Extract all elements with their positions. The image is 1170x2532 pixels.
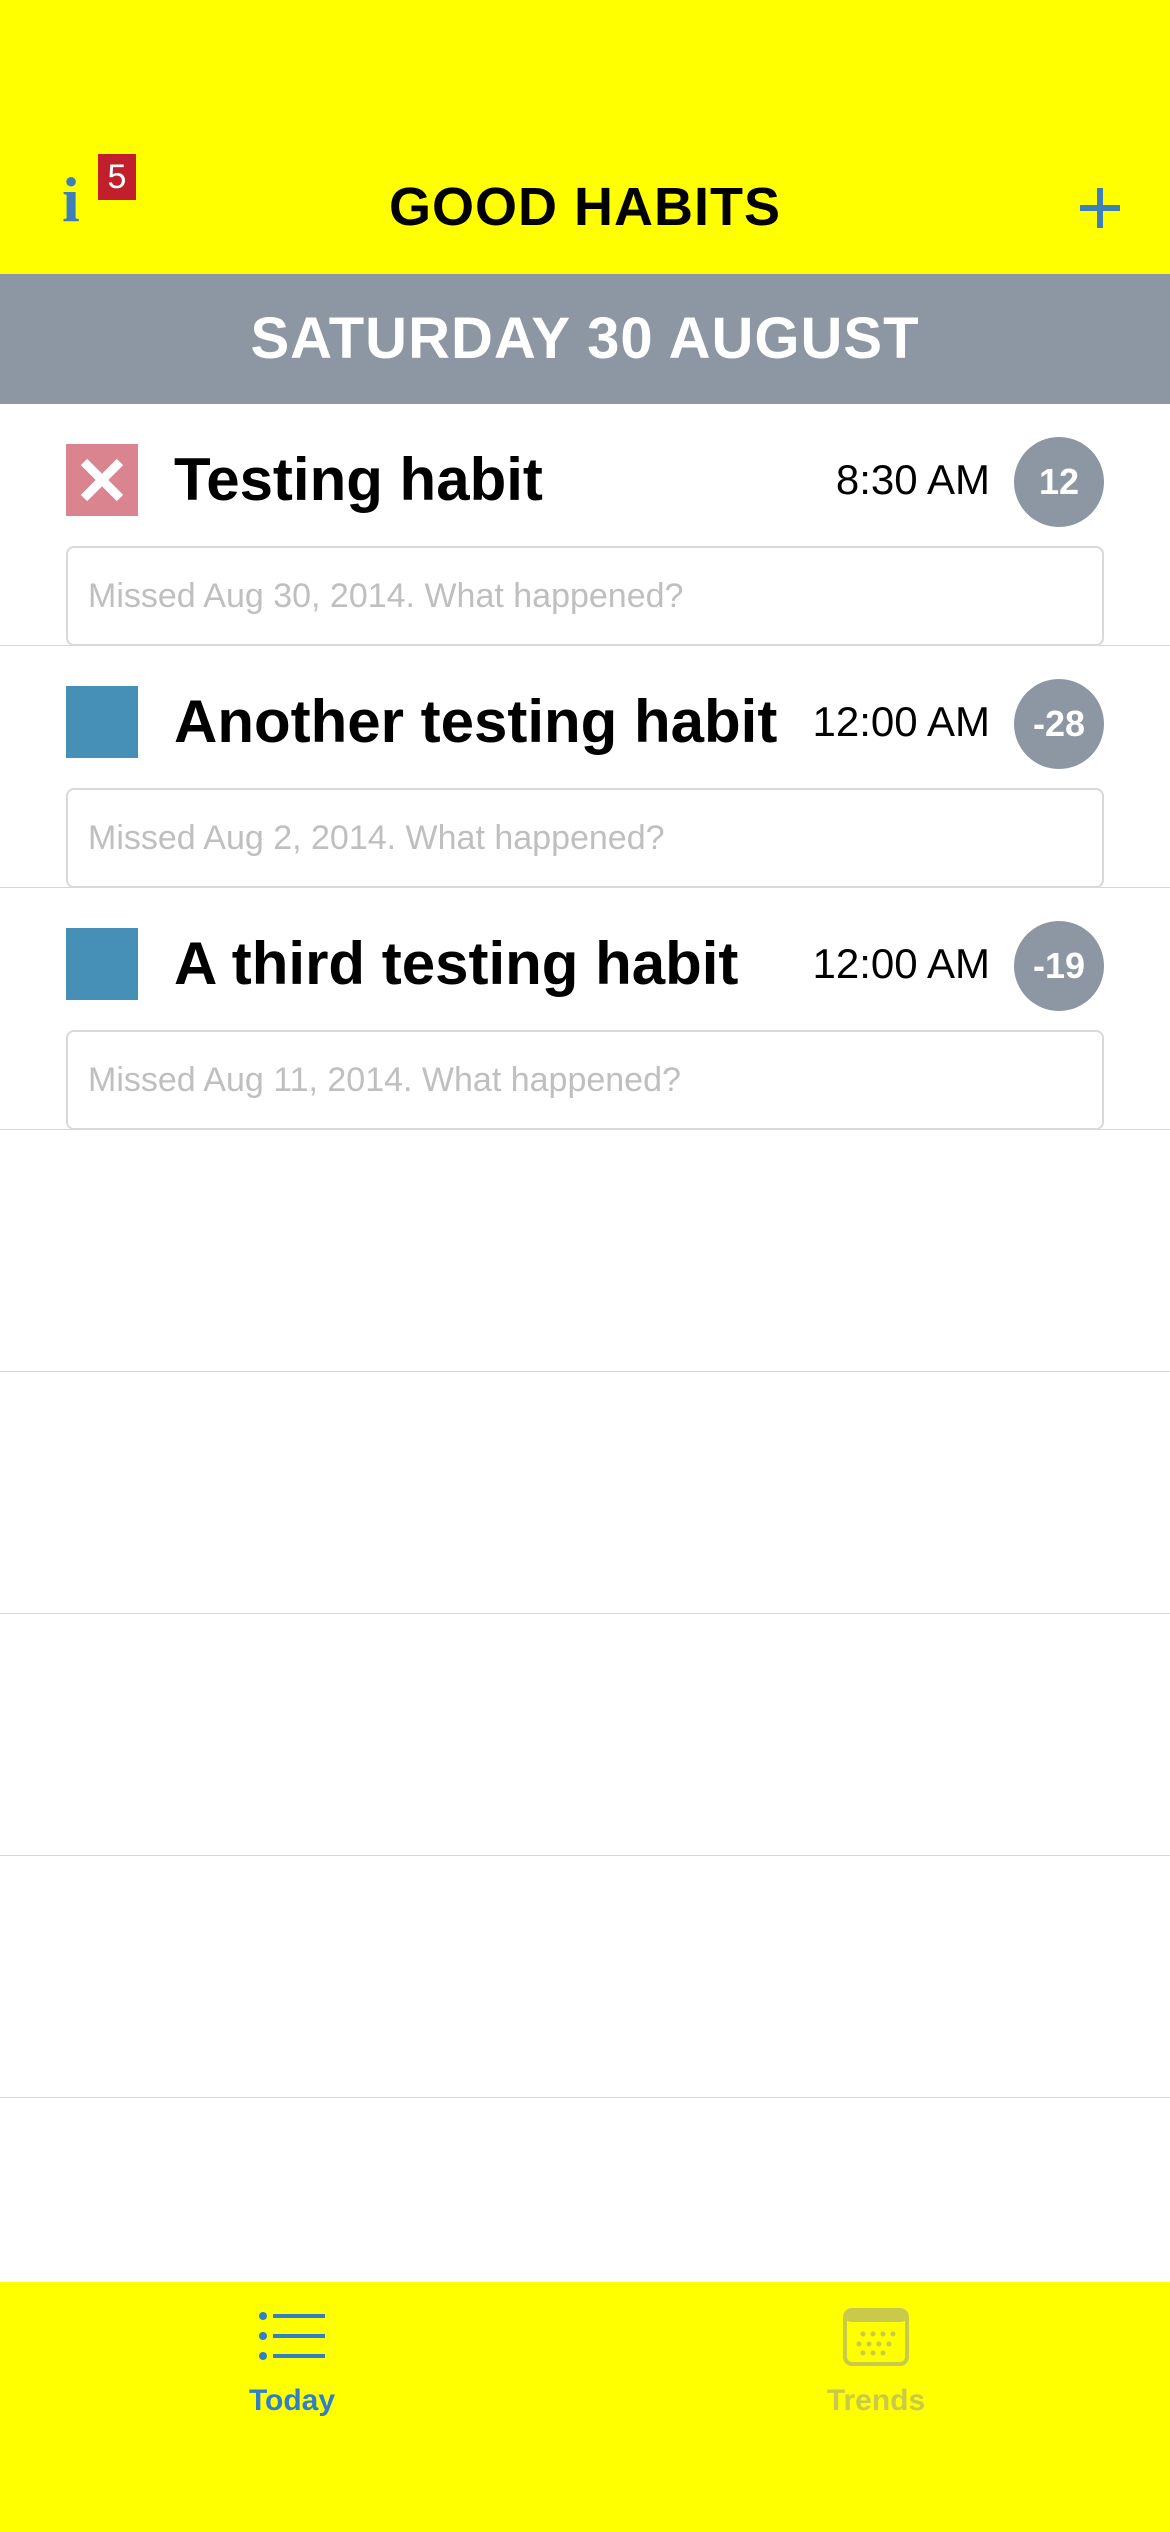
list-icon: [259, 2312, 325, 2360]
tab-bar: Today Trends: [0, 2282, 1170, 2532]
habit-row[interactable]: Testing habit 8:30 AM 12: [0, 404, 1170, 646]
habit-name: Another testing habit: [174, 688, 778, 755]
empty-row: [0, 1856, 1170, 2098]
habit-name: Testing habit: [174, 446, 543, 513]
missed-note-input[interactable]: [66, 788, 1104, 888]
tab-trends-label: Trends: [826, 2384, 926, 2417]
empty-row: [0, 1130, 1170, 1372]
streak-badge: -19: [1014, 921, 1104, 1011]
habit-status-toggle[interactable]: [66, 928, 138, 1000]
habit-time: 12:00 AM: [812, 940, 990, 987]
streak-badge: -28: [1014, 679, 1104, 769]
empty-row: [0, 1614, 1170, 1856]
habit-row[interactable]: A third testing habit 12:00 AM -19: [0, 888, 1170, 1130]
add-habit-button[interactable]: [1078, 186, 1122, 230]
habit-list: Testing habit 8:30 AM 12 Another testing…: [0, 404, 1170, 2098]
calendar-icon: [843, 2308, 909, 2366]
x-mark-icon: [80, 458, 124, 502]
habit-row[interactable]: Another testing habit 12:00 AM -28: [0, 646, 1170, 888]
habit-status-toggle[interactable]: [66, 444, 138, 516]
habit-status-toggle[interactable]: [66, 686, 138, 758]
habit-time: 8:30 AM: [835, 456, 990, 503]
empty-row: [0, 1372, 1170, 1614]
habit-name: A third testing habit: [174, 930, 739, 997]
tab-today[interactable]: Today: [192, 2306, 392, 2446]
plus-icon: [1080, 188, 1120, 228]
screen: i 5 GOOD HABITS SATURDAY 30 AUGUST Testi…: [0, 0, 1170, 2532]
date-header: SATURDAY 30 AUGUST: [0, 274, 1170, 404]
tab-today-label: Today: [248, 2384, 336, 2417]
header-bar: i 5 GOOD HABITS: [0, 0, 1170, 274]
app-title: GOOD HABITS: [388, 177, 781, 237]
missed-note-input[interactable]: [66, 1030, 1104, 1130]
habit-time: 12:00 AM: [812, 698, 990, 745]
missed-note-input[interactable]: [66, 546, 1104, 646]
tab-trends[interactable]: Trends: [776, 2306, 976, 2446]
streak-badge: 12: [1014, 437, 1104, 527]
